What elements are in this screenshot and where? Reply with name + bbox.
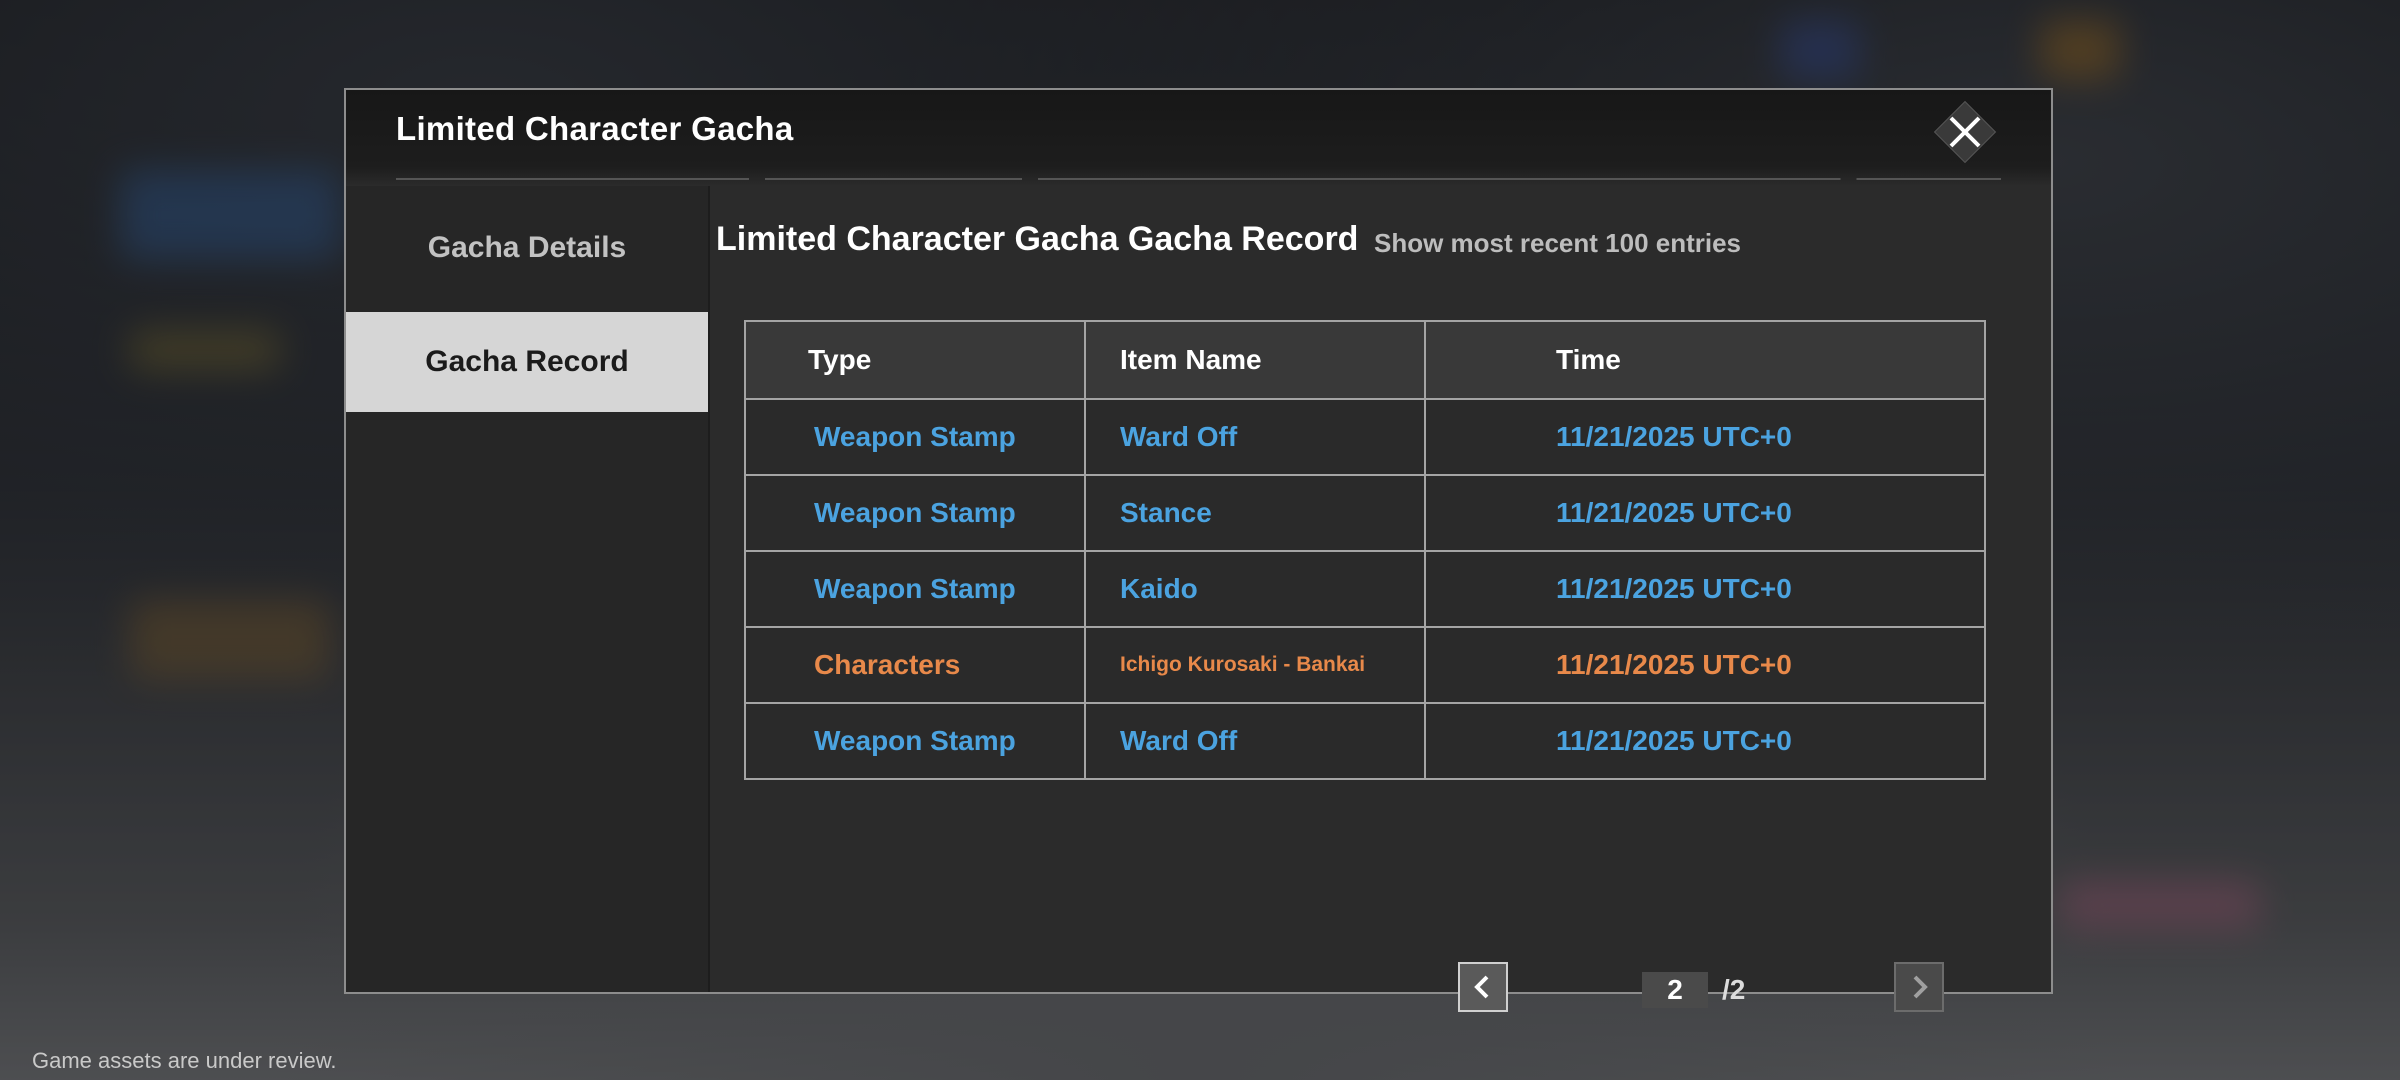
column-header-type: Type bbox=[744, 320, 1086, 400]
modal-header: Limited Character Gacha bbox=[346, 90, 2051, 186]
total-pages: /2 bbox=[1722, 974, 1746, 1005]
table-row: Characters Ichigo Kurosaki - Bankai 11/2… bbox=[744, 626, 1986, 704]
cell-type: Weapon Stamp bbox=[744, 702, 1086, 780]
tab-gacha-record[interactable]: Gacha Record bbox=[346, 312, 708, 412]
tab-gacha-details[interactable]: Gacha Details bbox=[346, 198, 708, 298]
cell-time: 11/21/2025 UTC+0 bbox=[1424, 398, 1986, 476]
previous-page-button[interactable] bbox=[1458, 962, 1508, 1012]
gacha-modal: Limited Character Gacha Gacha Details Ga… bbox=[344, 88, 2053, 1012]
close-icon bbox=[1949, 116, 1981, 148]
cell-item-name: Ward Off bbox=[1084, 702, 1426, 780]
table-header-row: Type Item Name Time bbox=[744, 320, 1986, 400]
record-title: Limited Character Gacha Gacha Record bbox=[716, 220, 1359, 258]
table-row: Weapon Stamp Stance 11/21/2025 UTC+0 bbox=[744, 474, 1986, 552]
current-page-field[interactable]: 2 bbox=[1642, 972, 1708, 1008]
table-row: Weapon Stamp Ward Off 11/21/2025 UTC+0 bbox=[744, 398, 1986, 476]
cell-type: Weapon Stamp bbox=[744, 550, 1086, 628]
record-subtitle: Show most recent 100 entries bbox=[1374, 228, 1742, 258]
sidebar: Gacha Details Gacha Record bbox=[346, 186, 710, 992]
column-header-time: Time bbox=[1424, 320, 1986, 400]
cell-item-name: Kaido bbox=[1084, 550, 1426, 628]
chevron-right-icon bbox=[1913, 975, 1928, 999]
modal-title: Limited Character Gacha bbox=[396, 110, 794, 147]
cell-item-name: Stance bbox=[1084, 474, 1426, 552]
cell-time: 11/21/2025 UTC+0 bbox=[1424, 626, 1986, 704]
close-button[interactable] bbox=[1929, 100, 1999, 164]
review-notice: Game assets are under review. bbox=[32, 1048, 337, 1073]
cell-type: Weapon Stamp bbox=[744, 474, 1086, 552]
next-page-button[interactable] bbox=[1894, 962, 1944, 1012]
cell-item-name: Ward Off bbox=[1084, 398, 1426, 476]
gacha-record-table: Type Item Name Time Weapon Stamp Ward Of… bbox=[744, 320, 1986, 780]
table-row: Weapon Stamp Ward Off 11/21/2025 UTC+0 bbox=[744, 702, 1986, 780]
chevron-left-icon bbox=[1474, 975, 1489, 999]
cell-time: 11/21/2025 UTC+0 bbox=[1424, 474, 1986, 552]
cell-type: Characters bbox=[744, 626, 1086, 704]
table-row: Weapon Stamp Kaido 11/21/2025 UTC+0 bbox=[744, 550, 1986, 628]
cell-time: 11/21/2025 UTC+0 bbox=[1424, 702, 1986, 780]
cell-time: 11/21/2025 UTC+0 bbox=[1424, 550, 1986, 628]
cell-type: Weapon Stamp bbox=[744, 398, 1086, 476]
column-header-item-name: Item Name bbox=[1084, 320, 1426, 400]
cell-item-name: Ichigo Kurosaki - Bankai bbox=[1084, 626, 1426, 704]
header-divider bbox=[396, 178, 2001, 180]
